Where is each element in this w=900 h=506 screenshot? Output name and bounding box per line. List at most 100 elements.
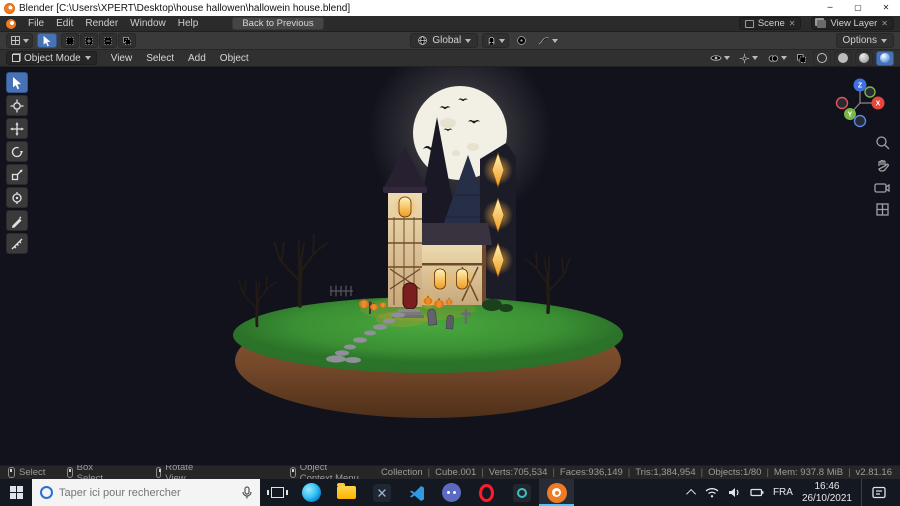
middle-mouse-icon (155, 467, 162, 478)
tool-settings-bar: Global Options (0, 32, 900, 50)
viewport-3d-scene[interactable] (0, 67, 900, 465)
discord-icon (442, 483, 461, 502)
taskbar-clock[interactable]: 16:46 26/10/2021 (802, 481, 852, 504)
mode-dropdown[interactable]: Object Mode (6, 51, 97, 65)
tool-rotate[interactable] (6, 141, 28, 162)
menu-help[interactable]: Help (172, 16, 205, 31)
start-button[interactable] (0, 479, 32, 506)
falloff-dropdown[interactable] (534, 33, 561, 48)
back-to-previous-button[interactable]: Back to Previous (232, 17, 324, 30)
snap-toggle-button[interactable] (482, 33, 510, 48)
taskbar-app-dark-2[interactable] (504, 479, 539, 506)
overlays-dropdown[interactable] (764, 51, 790, 66)
menu-file[interactable]: File (22, 16, 50, 31)
stat-collection: Collection (380, 467, 423, 478)
taskbar-app-dark-1[interactable] (364, 479, 399, 506)
scene-selector[interactable]: Scene ✕ (738, 17, 802, 30)
orientation-label: Global (432, 35, 462, 46)
viewport-3d[interactable]: Z Y X (0, 67, 900, 465)
camera-view-icon[interactable] (874, 181, 890, 194)
overlays-icon (768, 54, 779, 62)
tool-move[interactable] (6, 118, 28, 139)
gizmo-axis-x[interactable]: X (871, 96, 885, 110)
tool-measure[interactable] (6, 233, 28, 254)
menu-add[interactable]: Add (182, 51, 212, 66)
taskbar-app-blender[interactable] (539, 479, 574, 506)
taskbar-app-vscode[interactable] (399, 479, 434, 506)
minimize-button[interactable]: ─ (816, 0, 844, 16)
tool-scale[interactable] (6, 164, 28, 185)
taskbar-app-edge[interactable] (294, 479, 329, 506)
scene-statistics: Collection Cube.001 Verts:705,534 Faces:… (381, 467, 892, 478)
pan-hand-icon[interactable] (875, 158, 890, 173)
transform-orientation-dropdown[interactable]: Global (410, 33, 479, 48)
wifi-icon[interactable] (705, 487, 719, 498)
dark-app-icon (372, 483, 391, 502)
globe-icon (418, 36, 428, 45)
select-mode-new-button[interactable] (61, 33, 79, 48)
view-layer-label: View Layer (830, 18, 878, 29)
menu-object[interactable]: Object (214, 51, 255, 66)
proportional-edit-icon (517, 36, 527, 45)
gizmo-axis-neg-z[interactable] (853, 114, 867, 128)
taskbar-app-file-explorer[interactable] (329, 479, 364, 506)
tool-select-box[interactable] (6, 72, 28, 93)
view-layer-selector[interactable]: View Layer ✕ (811, 17, 894, 30)
menu-window[interactable]: Window (124, 16, 172, 31)
menu-edit[interactable]: Edit (50, 16, 79, 31)
viewport-toolbar (6, 72, 28, 254)
shading-wireframe-button[interactable] (813, 50, 831, 66)
grid-perspective-icon[interactable] (875, 202, 890, 217)
close-button[interactable]: ✕ (872, 0, 900, 16)
shading-rendered-button[interactable] (876, 50, 894, 66)
xray-toggle-button[interactable] (793, 51, 810, 66)
action-center-button[interactable] (861, 479, 894, 506)
proportional-editing-button[interactable] (513, 33, 530, 48)
tool-transform[interactable] (6, 187, 28, 208)
gizmos-dropdown[interactable] (736, 51, 761, 66)
navigation-gizmo[interactable]: Z Y X (828, 71, 892, 135)
menu-view[interactable]: View (105, 51, 139, 66)
viewport-nav-buttons (874, 135, 890, 217)
taskbar-app-opera[interactable] (469, 479, 504, 506)
unlink-view-layer-icon[interactable]: ✕ (881, 19, 888, 28)
tool-cursor[interactable] (6, 95, 28, 116)
menu-select[interactable]: Select (140, 51, 180, 66)
magnet-icon (488, 36, 495, 45)
visibility-dropdown[interactable] (707, 51, 733, 66)
editor-type-selector[interactable] (6, 33, 33, 48)
blender-menu-icon[interactable] (6, 18, 16, 29)
transform-icon (12, 191, 22, 204)
select-mode-subtract-button[interactable] (99, 33, 117, 48)
active-tool-button[interactable] (37, 33, 57, 48)
taskbar-search[interactable] (32, 479, 260, 506)
battery-icon[interactable] (750, 488, 764, 497)
gizmo-axis-neg-y[interactable] (864, 86, 876, 98)
search-input[interactable] (59, 486, 236, 499)
tool-annotate[interactable] (6, 210, 28, 231)
shading-material-button[interactable] (855, 50, 873, 66)
tray-chevron-up-icon[interactable] (686, 488, 696, 499)
maximize-button[interactable]: ▢ (844, 0, 872, 16)
edge-icon (302, 483, 321, 502)
gizmo-axis-neg-x[interactable] (835, 96, 849, 110)
options-dropdown[interactable]: Options (835, 33, 894, 48)
shading-solid-button[interactable] (834, 50, 852, 66)
gizmo-axis-y[interactable]: Y (844, 108, 856, 120)
rendered-sphere-icon (880, 53, 890, 63)
task-view-button[interactable] (260, 479, 294, 506)
gizmo-axis-z[interactable]: Z (853, 78, 867, 92)
language-indicator[interactable]: FRA (773, 487, 793, 498)
select-mode-extend-button[interactable] (80, 33, 98, 48)
chevron-down-icon (781, 56, 787, 60)
mode-label: Object Mode (24, 52, 81, 64)
unlink-scene-icon[interactable]: ✕ (789, 19, 796, 28)
select-mode-intersect-button[interactable] (118, 33, 136, 48)
zoom-icon[interactable] (875, 135, 890, 150)
dark-app-icon-2 (512, 483, 531, 502)
volume-icon[interactable] (728, 487, 741, 498)
solid-sphere-icon (838, 53, 848, 63)
viewport-header-right (707, 50, 894, 66)
taskbar-app-discord[interactable] (434, 479, 469, 506)
menu-render[interactable]: Render (79, 16, 124, 31)
